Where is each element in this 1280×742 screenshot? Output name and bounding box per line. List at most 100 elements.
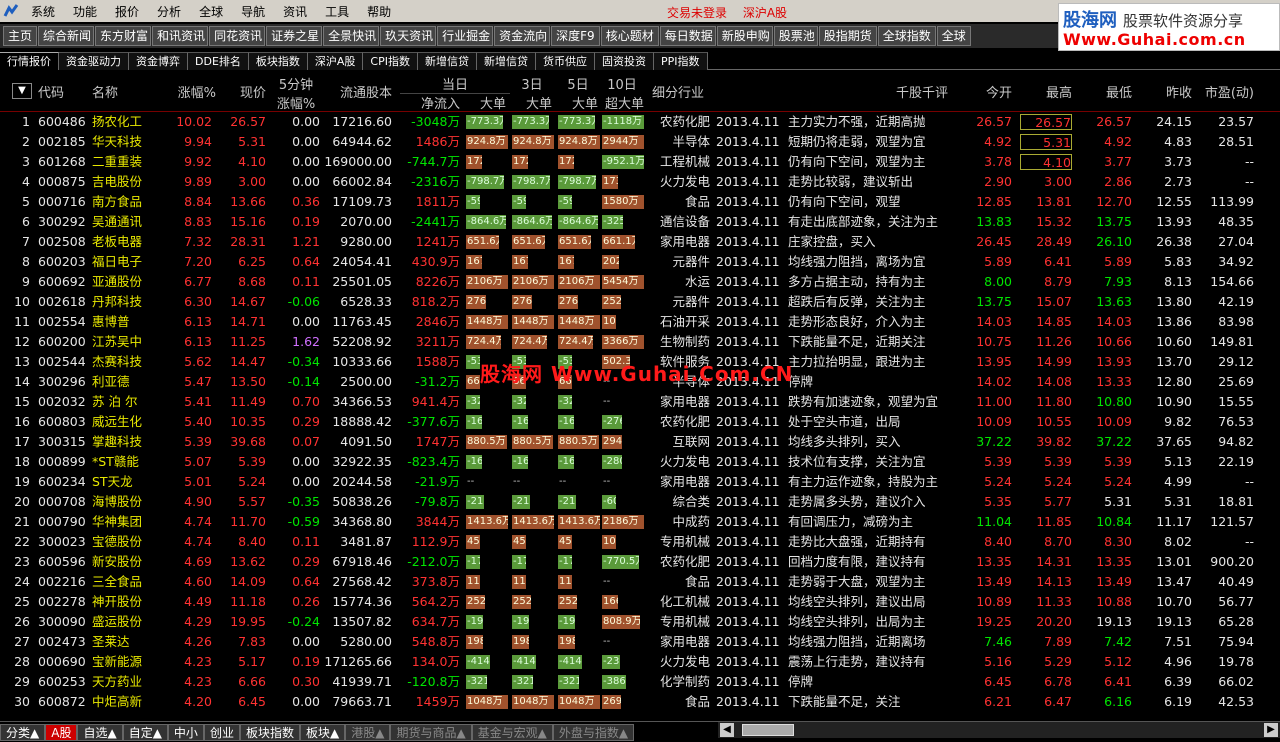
table-row[interactable]: 28 000690 宝新能源 4.23 5.17 0.19 171265.66 134.0万 -… [0, 652, 1280, 672]
cell-code[interactable]: 300023 [38, 534, 88, 550]
table-row[interactable]: 11 002554 惠博普 6.13 14.71 0.00 11763.45 2846万 144… [0, 312, 1280, 332]
cell-code[interactable]: 000708 [38, 494, 88, 510]
header-price[interactable]: 现价 [222, 82, 266, 101]
cell-name[interactable]: 宝新能源 [92, 654, 162, 670]
table-row[interactable]: 19 600234 ST天龙 5.01 5.24 0.00 20244.58 -21.9万 --… [0, 472, 1280, 492]
cell-name[interactable]: 新安股份 [92, 554, 162, 570]
tab-quotes[interactable]: 行情报价 [0, 52, 59, 70]
toolbar-stockstar-button[interactable]: 证券之星 [266, 26, 323, 46]
cell-name[interactable]: 吴通通讯 [92, 214, 162, 230]
cell-code[interactable]: 600596 [38, 554, 88, 570]
toolbar-p5w-button[interactable]: 全景快讯 [323, 26, 380, 46]
cell-code[interactable]: 300315 [38, 434, 88, 450]
header-industry[interactable]: 细分行业 [652, 82, 704, 101]
table-row[interactable]: 16 600803 威远生化 5.40 10.35 0.29 18888.42 -377.6万… [0, 412, 1280, 432]
toolbar-global-button[interactable]: 全球 [936, 26, 971, 46]
table-row[interactable]: 5 000716南方食品 8.84 13.66 0.36 17109.73 1811万 -59… [0, 192, 1280, 212]
cell-code[interactable]: 002278 [38, 594, 88, 610]
bottom-tab-sme[interactable]: 中小 [167, 723, 204, 741]
cell-name[interactable]: 掌趣科技 [92, 434, 162, 450]
tab-new-credit-1[interactable]: 新增信贷 [417, 52, 477, 70]
header-big-order-3d[interactable]: 大单 [512, 93, 552, 112]
toolbar-global-index-button[interactable]: 全球指数 [877, 26, 936, 46]
menu-analysis[interactable]: 分析 [148, 3, 190, 20]
cell-name[interactable]: 宝德股份 [92, 534, 162, 550]
table-row[interactable]: 6 300292 吴通通讯 8.83 15.16 0.19 2070.00 -2441万 -86… [0, 212, 1280, 232]
scroll-thumb[interactable] [742, 724, 794, 736]
table-row[interactable]: 9 600692 亚通股份 6.77 8.68 0.11 25501.05 8226万 2106… [0, 272, 1280, 292]
header-big-order-1d[interactable]: 大单 [466, 93, 506, 112]
tab-fixed-investment[interactable]: 固资投资 [594, 52, 654, 70]
cell-code[interactable]: 600234 [38, 474, 88, 490]
toolbar-jiutian-button[interactable]: 玖天资讯 [380, 26, 437, 46]
table-row[interactable]: 15 002032 苏 泊 尔 5.41 11.49 0.70 34366.53 941.4万… [0, 392, 1280, 412]
table-row[interactable]: 10 002618 丹邦科技 6.30 14.67 -0.06 6528.33 818.2万 2… [0, 292, 1280, 312]
cell-code[interactable]: 000690 [38, 654, 88, 670]
toolbar-core-topic-button[interactable]: 核心题材 [600, 26, 659, 46]
cell-name[interactable]: 惠博普 [92, 314, 162, 330]
menu-news[interactable]: 资讯 [274, 3, 316, 20]
cell-name[interactable]: 天方药业 [92, 674, 162, 690]
toolbar-industry-button[interactable]: 行业掘金 [437, 26, 494, 46]
toolbar-eastmoney-button[interactable]: 东方财富 [95, 26, 152, 46]
table-row[interactable]: 25 002278 神开股份 4.49 11.18 0.26 15774.36 564.2万 2… [0, 592, 1280, 612]
table-row[interactable]: 2 002185 华天科技 9.94 5.31 0.00 64944.62 1486万 924.… [0, 132, 1280, 152]
table-row[interactable]: 4 000875 吉电股份 9.89 3.00 0.00 66002.84 -2316万 -79… [0, 172, 1280, 192]
menu-help[interactable]: 帮助 [358, 3, 400, 20]
login-status[interactable]: 交易未登录 [667, 6, 727, 20]
table-row[interactable]: 26 300090 盛运股份 4.29 19.95 -0.24 13507.82 634.7万… [0, 612, 1280, 632]
tab-a-shares[interactable]: 深沪A股 [307, 52, 364, 70]
menu-system[interactable]: 系统 [22, 3, 64, 20]
bottom-tab-sector-index[interactable]: 板块指数 [239, 723, 300, 741]
menu-global[interactable]: 全球 [190, 3, 232, 20]
cell-code[interactable]: 300090 [38, 614, 88, 630]
bottom-tab-a-shares[interactable]: A股 [45, 723, 78, 741]
table-row[interactable]: 21 000790 华神集团 4.74 11.70 -0.59 34368.80 3844万 1… [0, 512, 1280, 532]
menu-tools[interactable]: 工具 [316, 3, 358, 20]
cell-name[interactable]: 福日电子 [92, 254, 162, 270]
cell-name[interactable]: 吉电股份 [92, 174, 162, 190]
cell-code[interactable]: 002216 [38, 574, 88, 590]
cell-name[interactable]: 华神集团 [92, 514, 162, 530]
bottom-tab-chinext[interactable]: 创业 [203, 723, 240, 741]
cell-name[interactable]: 海博股份 [92, 494, 162, 510]
tab-new-credit-2[interactable]: 新增信贷 [476, 52, 536, 70]
cell-code[interactable]: 000790 [38, 514, 88, 530]
cell-name[interactable]: 圣莱达 [92, 634, 162, 650]
header-high[interactable]: 最高 [1030, 82, 1072, 101]
cell-name[interactable]: 盛运股份 [92, 614, 162, 630]
cell-name[interactable]: 神开股份 [92, 594, 162, 610]
cell-name[interactable]: 华天科技 [92, 134, 162, 150]
cell-name[interactable]: 中炬高新 [92, 694, 162, 710]
header-5min-change[interactable]: 涨幅% [270, 93, 322, 112]
toolbar-hexun-button[interactable]: 和讯资讯 [152, 26, 209, 46]
tab-fund-drive[interactable]: 资金驱动力 [59, 52, 129, 70]
cell-code[interactable]: 601268 [38, 154, 88, 170]
toolbar-news-button[interactable]: 综合新闻 [38, 26, 95, 46]
header-name[interactable]: 名称 [92, 82, 118, 101]
cell-code[interactable]: 000716 [38, 194, 88, 210]
cell-name[interactable]: 南方食品 [92, 194, 162, 210]
table-row[interactable]: 23 600596 新安股份 4.69 13.62 0.29 67918.46 -212.0万… [0, 552, 1280, 572]
cell-code[interactable]: 600803 [38, 414, 88, 430]
header-change[interactable]: 涨幅% [172, 82, 216, 101]
toolbar-ipo-button[interactable]: 新股申购 [716, 26, 773, 46]
toolbar-stock-pool-button[interactable]: 股票池 [773, 26, 818, 46]
scroll-right-icon[interactable]: ▶ [1264, 723, 1278, 737]
scroll-left-icon[interactable]: ◀ [720, 723, 734, 737]
cell-code[interactable]: 002544 [38, 354, 88, 370]
table-row[interactable]: 29 600253 天方药业 4.23 6.66 0.30 41939.71 -120.8万 -… [0, 672, 1280, 692]
cell-name[interactable]: 利亚德 [92, 374, 162, 390]
column-menu-icon[interactable]: ▼ [12, 83, 32, 99]
bottom-tab-watchlist[interactable]: 自选▲ [77, 723, 123, 741]
table-row[interactable]: 17 300315 掌趣科技 5.39 39.68 0.07 4091.50 1747万 880… [0, 432, 1280, 452]
table-row[interactable]: 24 002216 三全食品 4.60 14.09 0.64 27568.42 373.8万 1… [0, 572, 1280, 592]
table-row[interactable]: 30 600872 中炬高新 4.20 6.45 0.00 79663.71 1459万 104… [0, 692, 1280, 712]
cell-code[interactable]: 600692 [38, 274, 88, 290]
header-code[interactable]: 代码 [38, 82, 64, 101]
header-open[interactable]: 今开 [970, 82, 1012, 101]
menu-quote[interactable]: 报价 [106, 3, 148, 20]
table-row[interactable]: 20 000708 海博股份 4.90 5.57 -0.35 50838.26 -79.8万 -… [0, 492, 1280, 512]
menu-function[interactable]: 功能 [64, 3, 106, 20]
cell-code[interactable]: 300296 [38, 374, 88, 390]
